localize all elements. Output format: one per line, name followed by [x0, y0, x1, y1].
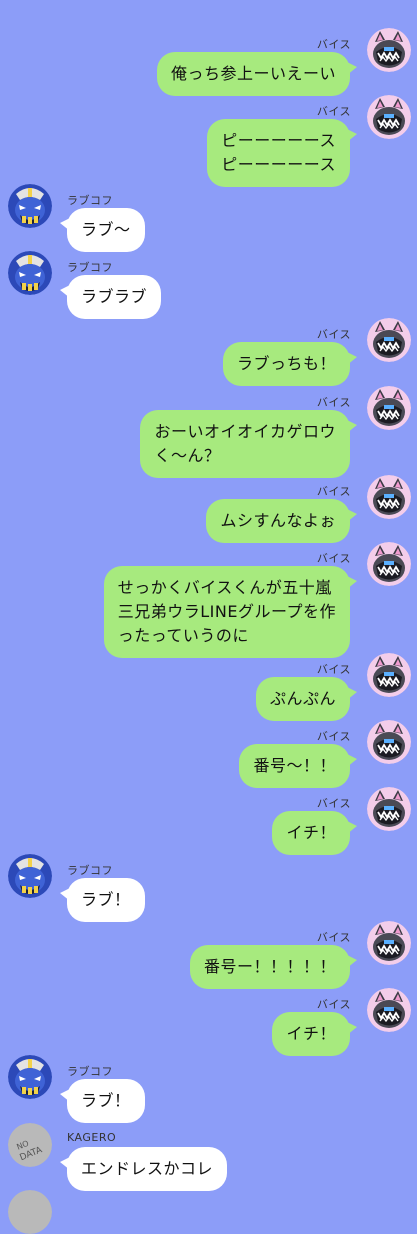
sender-name: バイス: [316, 998, 351, 1011]
message-bubble[interactable]: ピーーーーース ピーーーーース: [207, 119, 357, 187]
blue-kaiju-icon[interactable]: [8, 1055, 52, 1099]
sender-name: バイス: [316, 328, 351, 341]
blue-kaiju-icon[interactable]: [8, 184, 52, 228]
pink-cat-creature-icon[interactable]: [367, 921, 411, 965]
message-bubble[interactable]: ラブラブ: [59, 275, 162, 319]
pink-cat-creature-icon[interactable]: [367, 542, 411, 586]
sender-name: バイス: [316, 396, 351, 409]
pink-cat-creature-icon[interactable]: [367, 787, 411, 831]
message-bubble[interactable]: ラブっちも！: [222, 342, 358, 386]
message-bubble[interactable]: イチ！: [272, 811, 357, 855]
blue-kaiju-icon[interactable]: [8, 251, 52, 295]
sender-name: ラブコフ: [67, 194, 113, 207]
sender-name: バイス: [316, 105, 351, 118]
pink-cat-creature-icon[interactable]: [367, 988, 411, 1032]
message-bubble[interactable]: ラブ！: [60, 1079, 145, 1123]
message-bubble[interactable]: 番号〜！！: [239, 744, 357, 788]
pink-cat-creature-icon[interactable]: [367, 28, 411, 72]
pink-cat-creature-icon[interactable]: [367, 386, 411, 430]
message-bubble[interactable]: ラブ〜: [60, 208, 145, 252]
message-bubble[interactable]: 俺っち参上ーいえーい: [156, 52, 358, 96]
pink-cat-creature-icon[interactable]: [367, 720, 411, 764]
partial-avatar[interactable]: [8, 1190, 52, 1234]
message-bubble[interactable]: せっかくバイスくんが五十嵐 三兄弟ウラLINEグループを作 ったっていうのに: [103, 566, 358, 658]
sender-name: ラブコフ: [67, 1065, 113, 1078]
pink-cat-creature-icon[interactable]: [367, 95, 411, 139]
pink-cat-creature-icon[interactable]: [367, 653, 411, 697]
sender-name: バイス: [316, 552, 351, 565]
pink-cat-creature-icon[interactable]: [367, 318, 411, 362]
message-bubble[interactable]: エンドレスかコレ: [59, 1147, 228, 1191]
sender-name: KAGERO: [67, 1131, 117, 1144]
sender-name: ラブコフ: [67, 261, 113, 274]
sender-name: バイス: [316, 485, 351, 498]
message-bubble[interactable]: イチ！: [272, 1012, 357, 1056]
chat-area[interactable]: バイス 俺っち参上ーいえーい バイス ピーーーーース ピーーーーース ラブコフ …: [0, 0, 417, 1234]
sender-name: バイス: [316, 730, 351, 743]
pink-cat-creature-icon[interactable]: [367, 475, 411, 519]
message-bubble[interactable]: ラブ！: [60, 878, 145, 922]
message-bubble[interactable]: おーいオイオイカゲロウ く〜ん？: [140, 410, 357, 478]
sender-name: バイス: [316, 663, 351, 676]
blue-kaiju-icon[interactable]: [8, 854, 52, 898]
message-bubble[interactable]: 番号ー！！！！！: [189, 945, 358, 989]
message-bubble[interactable]: ムシすんなよぉ: [206, 499, 357, 543]
sender-name: バイス: [316, 38, 351, 51]
sender-name: バイス: [316, 931, 351, 944]
no-data-icon[interactable]: NO DATA: [8, 1123, 52, 1167]
message-bubble[interactable]: ぷんぷん: [255, 677, 358, 721]
sender-name: バイス: [316, 797, 351, 810]
sender-name: ラブコフ: [67, 864, 113, 877]
